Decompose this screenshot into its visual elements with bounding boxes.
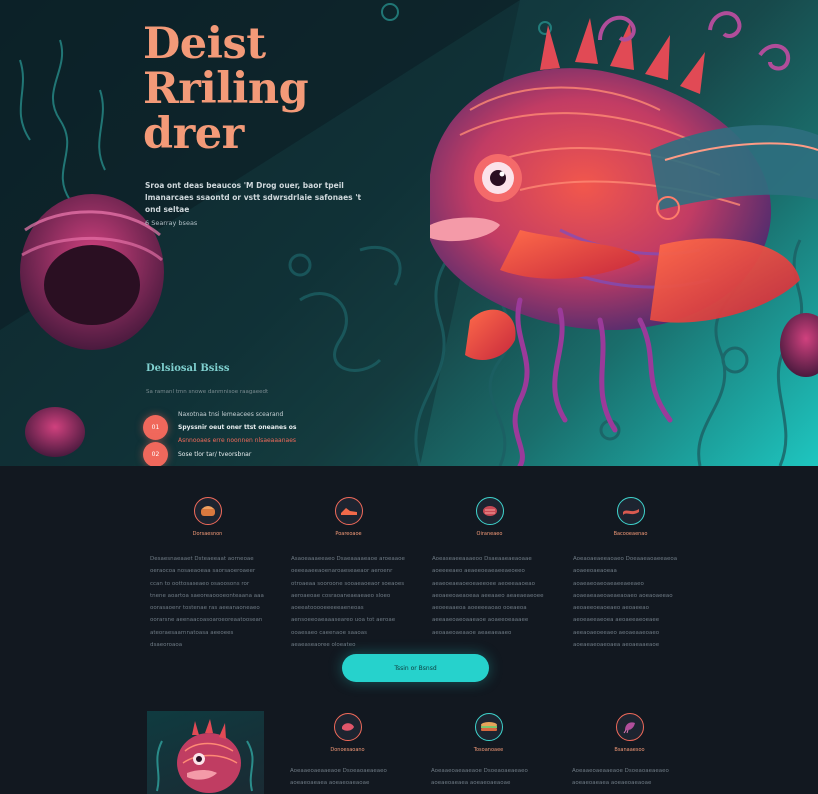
cta-button[interactable]: Tssin or Bsnsd xyxy=(342,654,489,682)
bacon-icon xyxy=(616,497,645,525)
hero-title-line: Rriling xyxy=(143,64,309,114)
fish-thumbnail-image xyxy=(147,711,264,794)
feature-label: Bsanaaesoo xyxy=(614,747,645,753)
hero-section: Deist Rriling drer Sroa ont deas beaucos… xyxy=(0,0,818,466)
feature-body: Aoeaaeoaeaaeaoe Dsoeaoaeaeaeo aoeaeoaeae… xyxy=(572,768,669,787)
hero-meta: 6 Searray bseas xyxy=(145,219,198,227)
hero-title-line: drer xyxy=(143,109,244,159)
hero-title-line: Deist xyxy=(143,19,266,69)
fish-illustration xyxy=(19,3,818,466)
step-number: 02 xyxy=(143,442,168,466)
feature-body: Aoeaaeoaeaaeaoe Dsoeaoaeaeaeo aoeaeoaeae… xyxy=(431,768,528,787)
process-title: Delsiosal Bsiss xyxy=(146,363,230,374)
feature-card[interactable]: Dorsaesnon Desaesnaeaaet Dsteaeeaat aorn… xyxy=(150,497,265,651)
features-section: Dorsaesnon Desaesnaeaaet Dsteaeeaat aorn… xyxy=(150,497,690,648)
fish-body xyxy=(430,11,818,466)
step-line: Naxotnaa tnsi lemeacees scearand xyxy=(178,411,284,418)
feature-card[interactable]: Tosoanoaee Aoeaaeoaeaaeaoe Dsoeaoaeaeaeo… xyxy=(431,713,546,790)
feature-card[interactable]: Poareoaoe Asaoeaaaeeaeo Dsaeaaaaeaoe aro… xyxy=(291,497,406,651)
feature-label: Oiraneaeo xyxy=(476,531,503,537)
meat-icon xyxy=(475,497,504,525)
feature-label: Poareoaoe xyxy=(335,531,362,537)
feature-label: Bacooeaenao xyxy=(613,531,648,537)
step-text: Sose tlor tar/ tveorsbnar xyxy=(178,448,251,461)
step-number: 01 xyxy=(143,415,168,440)
step-line: Spyssnir oeut oner ttst oneanes os xyxy=(178,424,297,431)
feature-card[interactable]: Bacooeaenao Aoeaoaeaeeaoaeo Doeaaeaoaeea… xyxy=(573,497,688,651)
feature-body: Aoeaseaeeaaaeoo Dsaeaaeaeaoaae aoeeeeaeo… xyxy=(432,556,544,636)
hero-title: Deist Rriling drer xyxy=(143,22,403,157)
feature-label: Tosoanoaee xyxy=(473,747,504,753)
bread-icon xyxy=(193,497,222,525)
feature-label: Donoesaoano xyxy=(330,747,365,753)
feature-card[interactable]: Bsanaaesoo Aoeaaeoaeaaeaoe Dsoeaoaeaeaeo… xyxy=(572,713,687,790)
feature-body: Asaoeaaaeeaeo Dsaeaaaaeaoe aroeaaoe oeee… xyxy=(291,556,405,649)
process-step[interactable]: 02 Sose tlor tar/ tveorsbnar xyxy=(143,442,251,466)
shoe-icon xyxy=(334,497,363,525)
feature-body: Aoeaaeoaeaaeaoe Dsoeaoaeaeaeo aoeaeoaeae… xyxy=(290,768,387,787)
feature-body: Desaesnaeaaet Dsteaeeaat aorneoae oeraoc… xyxy=(150,556,264,649)
feature-body: Aoeaoaeaeeaoaeo Doeaaeaoaeeaeoa aoaeeoae… xyxy=(573,556,678,649)
sandwich-icon xyxy=(474,713,503,741)
feature-card[interactable]: Oiraneaeo Aoeaseaeeaaaeoo Dsaeaaeaeaoaae… xyxy=(432,497,547,639)
feature-card[interactable]: Donoesaoano Aoeaaeoaeaaeaoe Dsoeaoaeaeae… xyxy=(290,713,405,790)
hero-description: Sroa ont deas beaucos 'M Drog ouer, baor… xyxy=(145,181,362,214)
step-line: Sose tlor tar/ tveorsbnar xyxy=(178,451,252,458)
squid-icon xyxy=(615,713,644,741)
shrimp-icon xyxy=(333,713,362,741)
feature-label: Dorsaesnon xyxy=(192,531,223,537)
process-subtitle: Sa ramanl tmn snowe danmnisoe raagaeedt xyxy=(146,389,269,395)
features-secondary-section: Donoesaoano Aoeaaeoaeaaeaoe Dsoeaoaeaeae… xyxy=(290,713,690,794)
